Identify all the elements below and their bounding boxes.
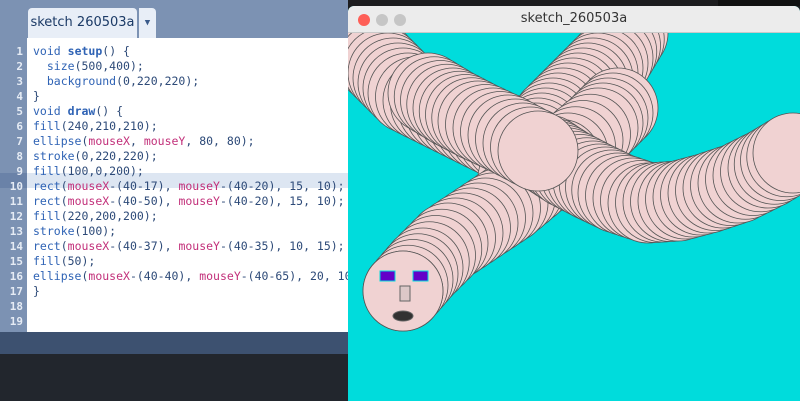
line-number: 11 xyxy=(9,195,23,208)
sketch-titlebar: sketch_260503a xyxy=(348,6,800,33)
line-number: 2 xyxy=(16,60,23,73)
code-line: size(500,400); xyxy=(46,59,144,73)
line-number: 18 xyxy=(9,300,23,313)
line-number: 9 xyxy=(16,165,23,178)
line-number: 12 xyxy=(9,210,23,223)
current-face-nose xyxy=(399,285,411,302)
face-ellipse xyxy=(497,110,579,192)
line-number: 10 xyxy=(9,180,23,193)
code-line: fill(100,0,200); xyxy=(33,164,144,178)
console-toolbar xyxy=(0,332,348,354)
chevron-down-icon[interactable]: ▼ xyxy=(139,8,156,38)
code-line: rect(mouseX-(40-50), mouseY-(40-20), 15,… xyxy=(33,194,345,208)
code-editor[interactable]: void setup() { size(500,400); background… xyxy=(27,38,348,332)
code-line: void draw() { xyxy=(33,104,124,118)
sketch-window: sketch_260503a xyxy=(348,6,800,401)
line-number: 4 xyxy=(16,90,23,103)
code-line: ellipse(mouseX, mouseY, 80, 80); xyxy=(33,134,255,148)
code-line: ellipse(mouseX-(40-40), mouseY-(40-65), … xyxy=(33,269,348,283)
code-line: stroke(0,220,220); xyxy=(33,149,158,163)
current-face-right-eye xyxy=(412,270,429,282)
line-number: 5 xyxy=(16,105,23,118)
code-line: background(0,220,220); xyxy=(46,74,200,88)
window-title: sketch_260503a xyxy=(520,11,628,26)
code-line: void setup() { xyxy=(33,44,130,58)
console-area[interactable] xyxy=(0,354,348,401)
line-number: 15 xyxy=(9,255,23,268)
ide-window: sketch 260503a ▼ 1 2 3 4 5 6 7 8 9 10 11 12 13 14 15 16… xyxy=(0,0,348,401)
line-number: 1 xyxy=(16,45,23,58)
current-face-mouth xyxy=(392,310,414,322)
code-line: stroke(100); xyxy=(33,224,117,238)
current-face-left-eye xyxy=(379,270,396,282)
sketch-canvas[interactable] xyxy=(348,33,800,401)
line-number-gutter: 1234567891011121314151617181920 xyxy=(0,38,27,343)
code-line: } xyxy=(33,284,40,298)
line-number: 16 xyxy=(9,270,23,283)
code-line: fill(240,210,210); xyxy=(33,119,158,133)
line-number: 7 xyxy=(16,135,23,148)
code-line: fill(220,200,200); xyxy=(33,209,158,223)
line-number: 19 xyxy=(9,315,23,328)
line-number: 14 xyxy=(9,240,23,253)
tab-sketch[interactable]: sketch 260503a xyxy=(28,8,137,38)
code-line: rect(mouseX-(40-17), mouseY-(40-20), 15,… xyxy=(33,179,345,193)
code-line: rect(mouseX-(40-37), mouseY-(40-35), 10,… xyxy=(33,239,345,253)
line-number: 6 xyxy=(16,120,23,133)
line-number: 8 xyxy=(16,150,23,163)
code-line: } xyxy=(33,89,40,103)
line-number: 3 xyxy=(16,75,23,88)
line-number: 17 xyxy=(9,285,23,298)
line-number: 13 xyxy=(9,225,23,238)
code-line: fill(50); xyxy=(33,254,96,268)
tab-bar: sketch 260503a ▼ xyxy=(0,0,348,38)
